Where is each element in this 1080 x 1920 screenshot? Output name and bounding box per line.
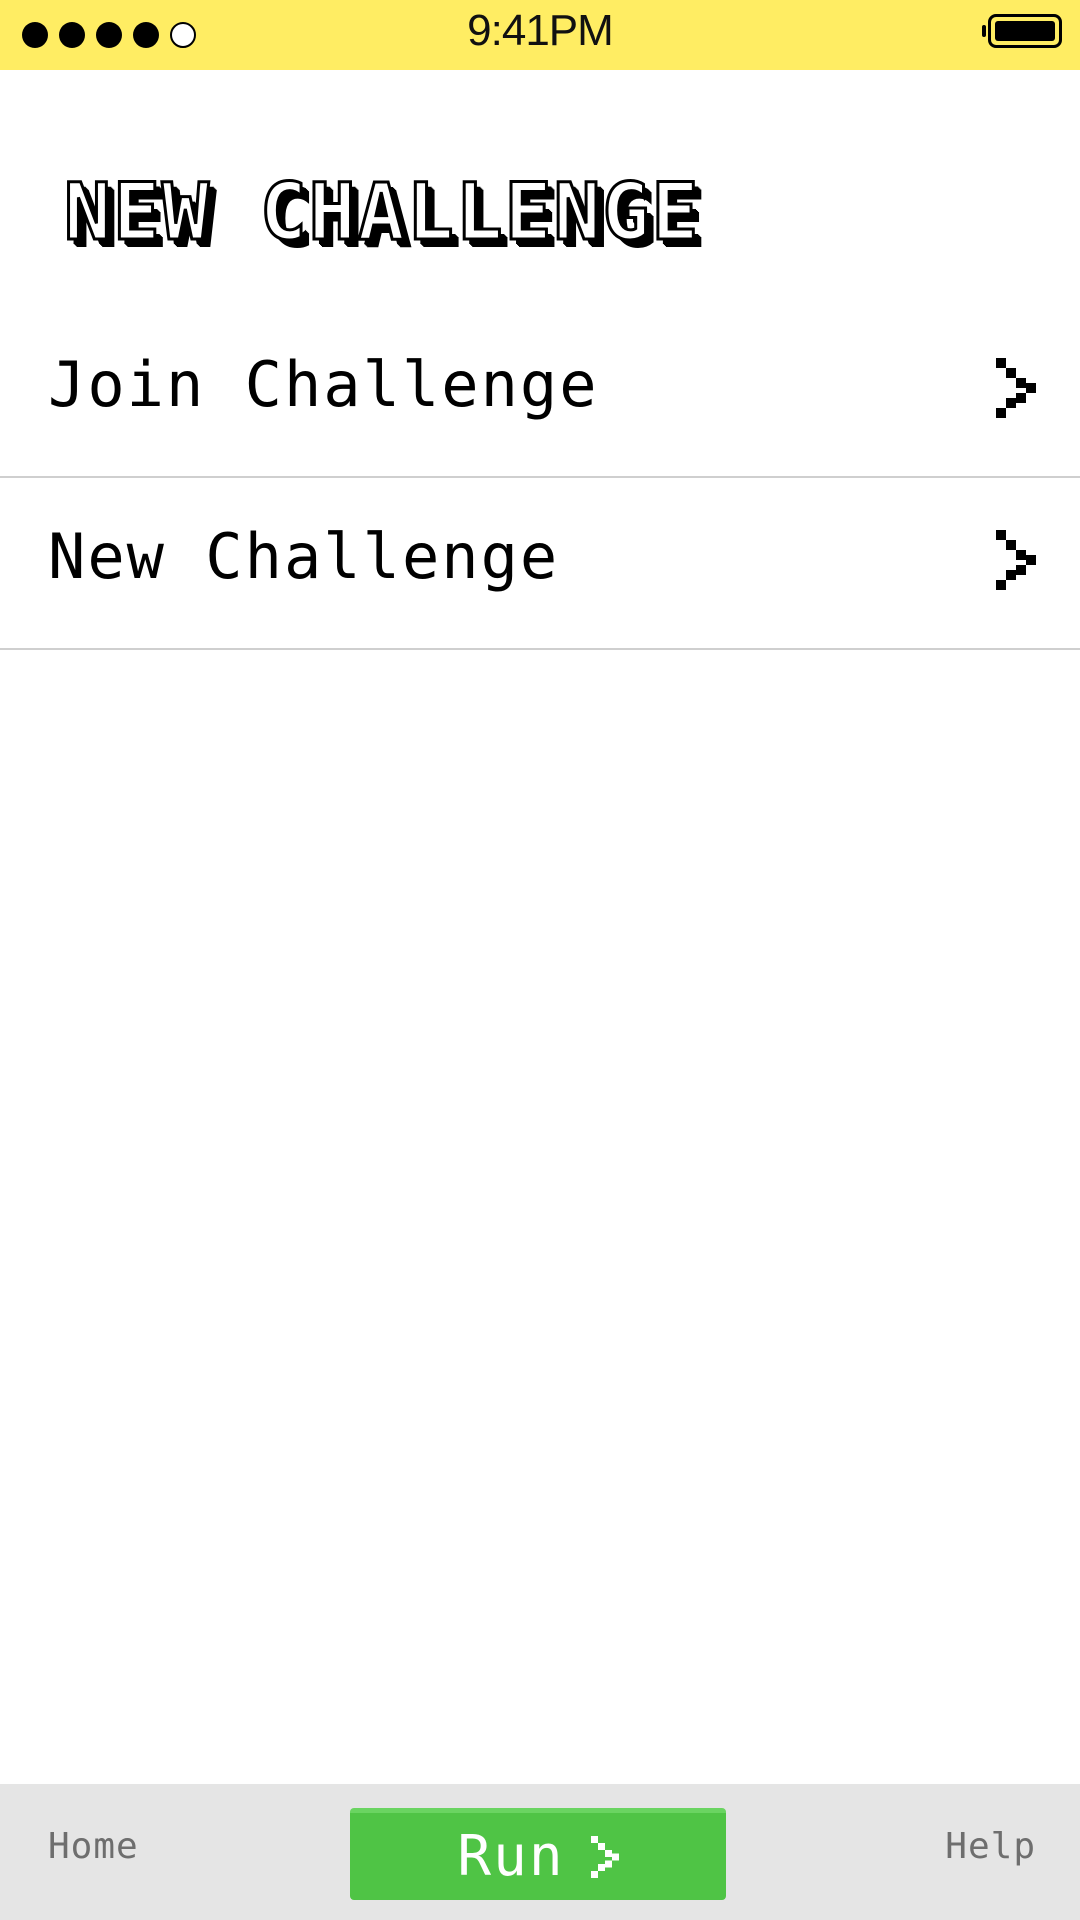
chevron-right-icon xyxy=(996,530,1036,590)
chevron-right-icon xyxy=(590,1835,619,1878)
menu-item-new-challenge[interactable]: New Challenge xyxy=(0,478,1080,650)
page-title: NEW CHALLENGE xyxy=(62,167,701,260)
status-bar: 9:41PM xyxy=(0,0,1080,70)
app-screen: 9:41PM NEW CHALLENGE Join Challenge New … xyxy=(0,0,1080,1920)
menu-item-join-challenge[interactable]: Join Challenge xyxy=(0,318,1080,478)
bottom-nav-bar: Home Run Help xyxy=(0,1784,1080,1920)
help-tab[interactable]: Help xyxy=(945,1826,1036,1867)
battery-nub xyxy=(982,25,986,37)
menu-item-label: New Challenge xyxy=(48,520,560,593)
chevron-right-icon xyxy=(996,358,1036,418)
run-button-label: Run xyxy=(457,1824,565,1889)
menu-list: Join Challenge New Challenge xyxy=(0,318,1080,650)
battery-fill xyxy=(995,21,1055,41)
battery-icon xyxy=(982,14,1062,48)
status-time: 9:41PM xyxy=(467,6,614,55)
menu-item-label: Join Challenge xyxy=(48,348,599,421)
home-tab[interactable]: Home xyxy=(48,1826,139,1867)
run-button[interactable]: Run xyxy=(350,1808,726,1900)
